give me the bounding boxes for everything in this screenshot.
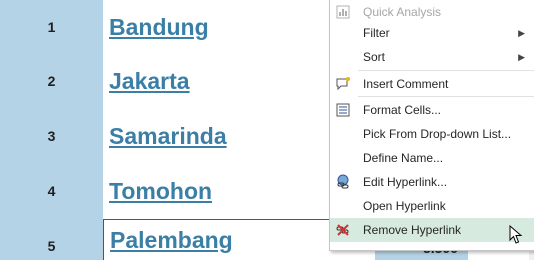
row-header-4[interactable]: 4 bbox=[0, 164, 103, 218]
menu-separator bbox=[358, 96, 534, 97]
menu-item-open-hyperlink[interactable]: Open Hyperlink bbox=[330, 194, 534, 218]
hyperlink-text[interactable]: Tomohon bbox=[109, 178, 212, 205]
menu-item-remove-hyperlink[interactable]: Remove Hyperlink bbox=[330, 218, 534, 242]
menu-label: Filter bbox=[363, 26, 390, 40]
menu-label: Quick Analysis bbox=[363, 5, 442, 19]
menu-label: Edit Hyperlink... bbox=[363, 175, 448, 189]
active-city-cell[interactable]: Palembang bbox=[103, 219, 329, 260]
hyperlink-text[interactable]: Samarinda bbox=[109, 123, 227, 150]
row-header-5[interactable]: 5 bbox=[0, 219, 103, 273]
format-cells-icon bbox=[334, 101, 352, 119]
menu-label: Sort bbox=[363, 50, 386, 64]
menu-item-pick-from-list[interactable]: Pick From Drop-down List... bbox=[330, 122, 534, 146]
row-header-2[interactable]: 2 bbox=[0, 54, 103, 108]
mouse-cursor-icon bbox=[509, 225, 523, 244]
menu-item-insert-comment[interactable]: Insert Comment bbox=[330, 72, 534, 96]
city-cell[interactable]: Samarinda bbox=[103, 109, 329, 163]
quick-analysis-icon bbox=[334, 3, 352, 21]
menu-label: Pick From Drop-down List... bbox=[363, 127, 512, 141]
row-header-1[interactable]: 1 bbox=[0, 0, 103, 54]
comment-icon bbox=[334, 75, 352, 93]
hyperlink-text[interactable]: Palembang bbox=[110, 227, 233, 254]
menu-item-define-name[interactable]: Define Name... bbox=[330, 146, 534, 170]
hyperlink-text[interactable]: Jakarta bbox=[109, 68, 190, 95]
hyperlink-text[interactable]: Bandung bbox=[109, 14, 209, 41]
menu-label: Insert Comment bbox=[363, 77, 449, 91]
context-menu: Quick Analysis Filter ▶ Sort ▶ Insert Co… bbox=[329, 0, 534, 251]
city-cell[interactable]: Bandung bbox=[103, 0, 329, 54]
menu-item-sort[interactable]: Sort ▶ bbox=[330, 45, 534, 69]
menu-label: Open Hyperlink bbox=[363, 199, 446, 213]
menu-label: Define Name... bbox=[363, 151, 444, 165]
hyperlink-icon bbox=[334, 173, 352, 191]
row-header-3[interactable]: 3 bbox=[0, 109, 103, 163]
remove-hyperlink-icon bbox=[334, 221, 352, 239]
submenu-arrow-icon: ▶ bbox=[518, 51, 525, 62]
menu-label: Format Cells... bbox=[363, 103, 442, 117]
city-cell[interactable]: Jakarta bbox=[103, 54, 329, 108]
menu-item-format-cells[interactable]: Format Cells... bbox=[330, 98, 534, 122]
menu-item-edit-hyperlink[interactable]: Edit Hyperlink... bbox=[330, 170, 534, 194]
menu-label: Remove Hyperlink bbox=[363, 223, 462, 237]
submenu-arrow-icon: ▶ bbox=[518, 27, 525, 38]
city-cell[interactable]: Tomohon bbox=[103, 164, 329, 218]
menu-item-filter[interactable]: Filter ▶ bbox=[330, 21, 534, 45]
menu-separator bbox=[358, 70, 534, 71]
